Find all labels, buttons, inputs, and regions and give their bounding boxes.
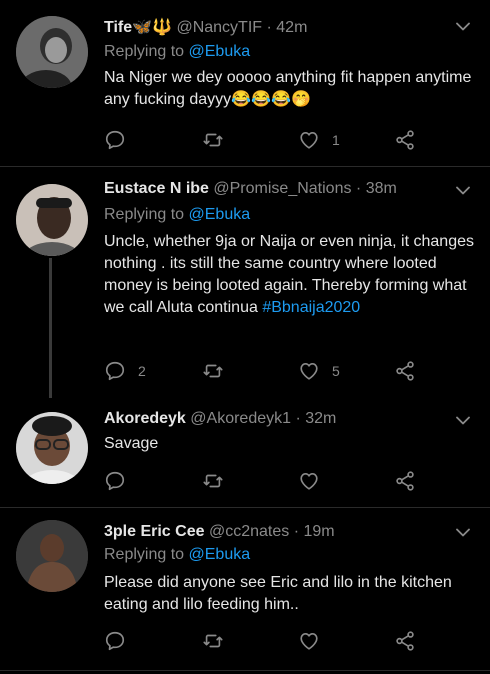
reply-button[interactable]: 2 xyxy=(104,359,146,383)
share-button[interactable] xyxy=(394,359,416,383)
user-handle[interactable]: @Akoredeyk1 xyxy=(190,410,291,427)
share-button[interactable] xyxy=(394,128,416,152)
hashtag-link[interactable]: #Bbnaija2020 xyxy=(262,299,360,316)
tweet-actions xyxy=(104,469,434,493)
tweet-actions: 1 xyxy=(104,128,434,152)
replying-to: Replying to @Ebuka xyxy=(104,206,250,224)
reply-button[interactable] xyxy=(104,128,138,152)
timestamp[interactable]: · 32m xyxy=(295,410,336,427)
retweet-button[interactable] xyxy=(202,359,236,383)
tweet-text: Please did anyone see Eric and lilo in t… xyxy=(104,574,452,613)
like-icon xyxy=(298,630,320,652)
chevron-down-icon[interactable] xyxy=(456,416,470,425)
share-button[interactable] xyxy=(394,469,416,493)
reply-count: 2 xyxy=(138,363,146,379)
timestamp[interactable]: · 19m xyxy=(294,523,335,540)
tweet-text: Savage xyxy=(104,435,159,452)
like-icon xyxy=(298,360,320,382)
replying-label: Replying to xyxy=(104,43,185,60)
display-name[interactable]: Tife🦋🔱 xyxy=(104,19,172,36)
retweet-icon xyxy=(202,630,224,652)
divider xyxy=(0,670,490,671)
user-handle[interactable]: @Promise_Nations xyxy=(213,180,351,197)
replying-to-link[interactable]: @Ebuka xyxy=(189,43,251,60)
avatar[interactable] xyxy=(16,412,88,484)
retweet-icon xyxy=(202,129,224,151)
like-button[interactable]: 5 xyxy=(298,359,340,383)
tweet-3[interactable]: Akoredeyk @Akoredeyk1 · 32m Savage xyxy=(0,400,490,505)
chevron-down-icon[interactable] xyxy=(456,186,470,195)
retweet-button[interactable] xyxy=(202,469,224,493)
like-count: 5 xyxy=(332,363,340,379)
user-handle[interactable]: @cc2nates xyxy=(209,523,289,540)
timestamp[interactable]: · 42m xyxy=(267,19,308,36)
display-name[interactable]: Eustace N ibe xyxy=(104,180,209,197)
like-button[interactable]: 1 xyxy=(298,128,340,152)
retweet-button[interactable] xyxy=(202,629,224,653)
retweet-icon xyxy=(202,360,224,382)
avatar[interactable] xyxy=(16,16,88,88)
tweet-2[interactable]: Eustace N ibe @Promise_Nations · 38m Rep… xyxy=(0,167,490,392)
display-name[interactable]: Akoredeyk xyxy=(104,410,186,427)
reply-icon xyxy=(104,360,126,382)
tweet-actions xyxy=(104,629,434,653)
chevron-down-icon[interactable] xyxy=(456,22,470,31)
display-name[interactable]: 3ple Eric Cee xyxy=(104,523,205,540)
reply-icon xyxy=(104,630,126,652)
reply-icon xyxy=(104,470,126,492)
share-icon xyxy=(394,360,416,382)
replying-to: Replying to @Ebuka xyxy=(104,43,250,61)
avatar[interactable] xyxy=(16,184,88,256)
share-button[interactable] xyxy=(394,629,416,653)
like-count: 1 xyxy=(332,132,340,148)
like-button[interactable] xyxy=(298,469,320,493)
share-icon xyxy=(394,630,416,652)
like-button[interactable] xyxy=(298,629,320,653)
retweet-button[interactable] xyxy=(202,128,236,152)
tweet-actions: 2 5 xyxy=(104,359,434,383)
replying-to-link[interactable]: @Ebuka xyxy=(189,546,251,563)
avatar[interactable] xyxy=(16,520,88,592)
tweet-1[interactable]: Tife🦋🔱 @NancyTIF · 42m Replying to @Ebuk… xyxy=(0,0,490,166)
replying-to: Replying to @Ebuka xyxy=(104,546,250,564)
like-icon xyxy=(298,129,320,151)
replying-label: Replying to xyxy=(104,206,185,223)
share-icon xyxy=(394,129,416,151)
share-icon xyxy=(394,470,416,492)
reply-icon xyxy=(104,129,126,151)
replying-label: Replying to xyxy=(104,546,185,563)
tweet-text: Uncle, whether 9ja or Naija or even ninj… xyxy=(104,231,476,319)
replying-to-link[interactable]: @Ebuka xyxy=(189,206,251,223)
chevron-down-icon[interactable] xyxy=(456,528,470,537)
tweet-4[interactable]: 3ple Eric Cee @cc2nates · 19m Replying t… xyxy=(0,508,490,674)
user-handle[interactable]: @NancyTIF xyxy=(176,19,262,36)
reply-button[interactable] xyxy=(104,629,126,653)
like-icon xyxy=(298,470,320,492)
timestamp[interactable]: · 38m xyxy=(356,180,397,197)
tweet-text: Na Niger we dey ooooo anything fit happe… xyxy=(104,69,472,108)
retweet-icon xyxy=(202,470,224,492)
reply-button[interactable] xyxy=(104,469,126,493)
